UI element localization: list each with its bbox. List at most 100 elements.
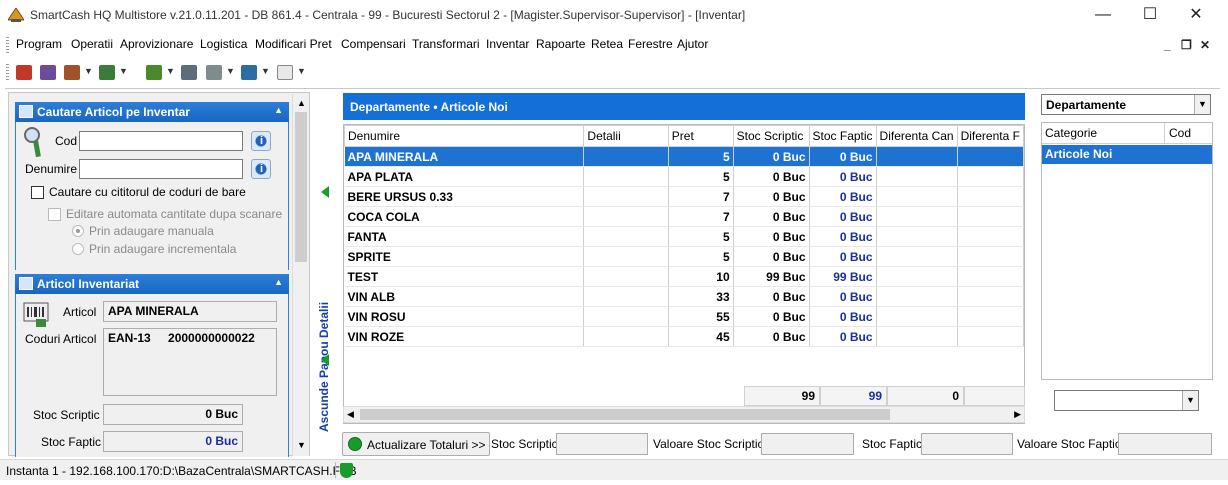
cell-faptic[interactable]: 99 Buc xyxy=(809,266,877,287)
chevron-down-icon[interactable]: ▼ xyxy=(1194,95,1210,114)
col-header-denumire[interactable]: Denumire xyxy=(344,125,585,147)
menu-grip[interactable] xyxy=(6,37,9,53)
scroll-down-icon[interactable]: ▼ xyxy=(297,440,306,450)
scroll-left-icon[interactable]: ◀ xyxy=(347,409,354,420)
scroll-right-icon[interactable]: ▶ xyxy=(1014,409,1021,420)
chevron-down-icon[interactable]: ▼ xyxy=(84,66,93,76)
collapse-left-icon[interactable] xyxy=(321,186,329,198)
users-icon[interactable] xyxy=(64,65,80,80)
collapse-left-icon[interactable] xyxy=(321,354,329,366)
truck-icon[interactable] xyxy=(146,65,162,80)
cod-input[interactable] xyxy=(79,131,243,151)
incremental-add-radio[interactable] xyxy=(72,243,84,255)
cod-search-button[interactable] xyxy=(251,131,271,151)
document-icon[interactable] xyxy=(206,65,222,80)
menu-inventar[interactable]: Inventar xyxy=(486,37,529,51)
table-row[interactable]: SPRITE 5 0 Buc 0 Buc xyxy=(344,246,1024,267)
globe-icon[interactable] xyxy=(241,65,257,80)
auto-edit-checkbox[interactable] xyxy=(48,208,61,221)
cell-faptic[interactable]: 0 Buc xyxy=(809,186,877,207)
table-row[interactable]: APA PLATA 5 0 Buc 0 Buc xyxy=(344,166,1024,187)
cell-faptic[interactable]: 0 Buc xyxy=(809,306,877,327)
mdi-close-button[interactable]: ✕ xyxy=(1200,38,1210,52)
update-totals-button[interactable]: Actualizare Totaluri >> xyxy=(342,432,490,456)
cell-diferenta-f xyxy=(957,306,1024,327)
table-row[interactable]: BERE URSUS 0.33 7 0 Buc 0 Buc xyxy=(344,186,1024,207)
cell-faptic[interactable]: 0 Buc xyxy=(809,326,877,347)
store-icon[interactable] xyxy=(16,65,32,80)
table-row[interactable]: TEST 10 99 Buc 99 Buc xyxy=(344,266,1024,287)
col-header-diferenta-cantitate[interactable]: Diferenta Can xyxy=(875,125,958,147)
grid-horizontal-scrollbar[interactable]: ◀ ▶ xyxy=(343,406,1025,423)
mdi-minimize-button[interactable]: _ xyxy=(1164,38,1171,52)
denumire-input[interactable] xyxy=(79,159,243,179)
toolbar-grip[interactable] xyxy=(6,64,9,80)
col-header-categorie[interactable]: Categorie xyxy=(1045,126,1097,140)
minimize-button[interactable]: — xyxy=(1080,0,1126,32)
chevron-down-icon[interactable]: ▼ xyxy=(119,66,128,76)
monitor-icon[interactable] xyxy=(181,65,197,80)
search-group-header[interactable]: Cautare Articol pe Inventar ▲ xyxy=(15,102,289,122)
cell-diferenta-f xyxy=(957,186,1024,207)
mdi-restore-button[interactable]: ❐ xyxy=(1181,38,1192,52)
denumire-search-button[interactable] xyxy=(251,159,271,179)
left-panel-scrollbar[interactable]: ▲ ▼ xyxy=(292,94,309,456)
scrollbar-thumb[interactable] xyxy=(295,112,307,262)
collapse-icon[interactable]: ▲ xyxy=(274,277,283,287)
scroll-up-icon[interactable]: ▲ xyxy=(297,98,306,108)
cell-faptic[interactable]: 0 Buc xyxy=(809,246,877,267)
cell-scriptic: 0 Buc xyxy=(733,326,810,347)
menu-ajutor[interactable]: Ajutor xyxy=(677,37,708,51)
menu-ferestre[interactable]: Ferestre xyxy=(628,37,673,51)
network-icon[interactable] xyxy=(40,65,56,80)
close-button[interactable]: ✕ xyxy=(1173,0,1219,32)
menu-retea[interactable]: Retea xyxy=(591,37,623,51)
page-icon[interactable] xyxy=(277,65,293,80)
chevron-down-icon[interactable]: ▼ xyxy=(1182,391,1198,410)
details-splitter[interactable]: Ascunde Panou Detalii xyxy=(312,92,340,456)
menu-operatii[interactable]: Operatii xyxy=(71,37,113,51)
col-header-stoc-faptic[interactable]: Stoc Faptic xyxy=(808,125,877,147)
menu-transformari[interactable]: Transformari xyxy=(412,37,480,51)
menu-aprovizionare[interactable]: Aprovizionare xyxy=(120,37,193,51)
cell-faptic[interactable]: 0 Buc xyxy=(809,286,877,307)
list-item[interactable]: Articole Noi xyxy=(1042,145,1212,164)
chevron-down-icon[interactable]: ▼ xyxy=(297,66,306,76)
cell-faptic[interactable]: 0 Buc xyxy=(809,166,877,187)
cell-faptic[interactable]: 0 Buc xyxy=(809,226,877,247)
col-header-stoc-scriptic[interactable]: Stoc Scriptic xyxy=(732,125,810,147)
chevron-down-icon[interactable]: ▼ xyxy=(166,66,175,76)
scrollbar-thumb[interactable] xyxy=(360,409,890,420)
maximize-button[interactable]: ☐ xyxy=(1127,0,1173,32)
table-row[interactable]: VIN ALB 33 0 Buc 0 Buc xyxy=(344,286,1024,307)
cell-faptic[interactable]: 0 Buc xyxy=(809,146,877,167)
menu-rapoarte[interactable]: Rapoarte xyxy=(536,37,585,51)
table-row[interactable]: VIN ROZE 45 0 Buc 0 Buc xyxy=(344,326,1024,347)
manual-add-radio[interactable] xyxy=(72,225,84,237)
chevron-down-icon[interactable]: ▼ xyxy=(261,66,270,76)
department-select[interactable]: Departamente ▼ xyxy=(1041,94,1211,115)
collapse-icon[interactable]: ▲ xyxy=(274,105,283,115)
menu-compensari[interactable]: Compensari xyxy=(341,37,406,51)
cell-pret: 7 xyxy=(668,186,734,207)
article-group-header[interactable]: Articol Inventariat ▲ xyxy=(15,274,289,294)
menu-logistica[interactable]: Logistica xyxy=(200,37,247,51)
col-header-detalii[interactable]: Detalii xyxy=(583,125,669,147)
category-list-header: Categorie Cod xyxy=(1042,123,1212,144)
col-header-cod[interactable]: Cod xyxy=(1169,126,1191,140)
filter-select[interactable]: ▼ xyxy=(1054,390,1199,411)
table-row[interactable]: COCA COLA 7 0 Buc 0 Buc xyxy=(344,206,1024,227)
col-header-diferenta-f[interactable]: Diferenta F xyxy=(956,125,1024,147)
hide-details-label[interactable]: Ascunde Panou Detalii xyxy=(317,302,331,432)
supplier-icon[interactable] xyxy=(99,65,115,80)
col-header-pret[interactable]: Pret xyxy=(667,125,734,147)
table-row[interactable]: FANTA 5 0 Buc 0 Buc xyxy=(344,226,1024,247)
barcode-reader-checkbox[interactable] xyxy=(31,186,44,199)
cell-faptic[interactable]: 0 Buc xyxy=(809,206,877,227)
table-row[interactable]: VIN ROSU 55 0 Buc 0 Buc xyxy=(344,306,1024,327)
cell-scriptic: 0 Buc xyxy=(733,246,810,267)
table-row[interactable]: APA MINERALA 5 0 Buc 0 Buc xyxy=(344,146,1024,167)
chevron-down-icon[interactable]: ▼ xyxy=(226,66,235,76)
menu-modificari-pret[interactable]: Modificari Pret xyxy=(255,37,332,51)
menu-program[interactable]: Program xyxy=(16,37,62,51)
